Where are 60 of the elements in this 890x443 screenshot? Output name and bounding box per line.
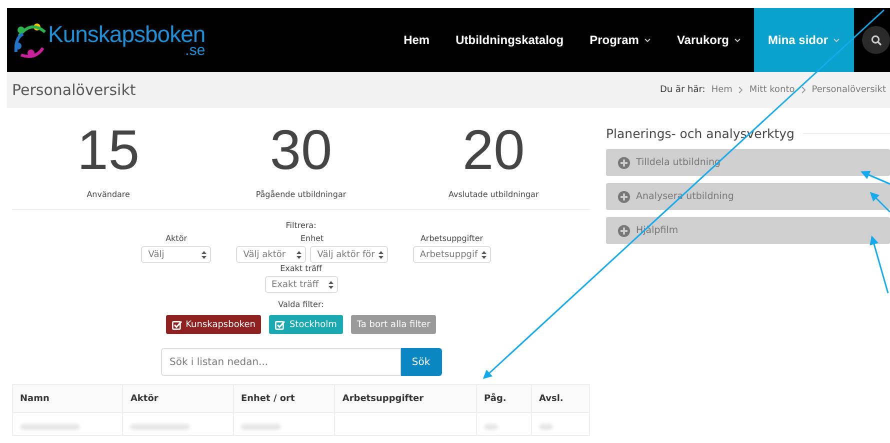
- nav-item[interactable]: Varukorg: [664, 8, 754, 72]
- search-icon: [870, 34, 882, 46]
- blurred-text: [240, 424, 281, 430]
- filter-heading: Filtrera:: [286, 220, 316, 231]
- breadcrumb-label: Du är här:: [660, 85, 706, 95]
- filter-chip[interactable]: Kunskapsboken: [166, 315, 262, 334]
- blurred-text: [130, 424, 190, 430]
- column-header: Avsl.: [531, 384, 590, 412]
- updown-arrows-icon: [328, 280, 334, 290]
- dropdown[interactable]: Arbetsuppgif: [412, 246, 491, 263]
- checkbox-icon: [275, 320, 286, 330]
- search-button[interactable]: Sök: [400, 348, 442, 376]
- chevron-icon: [800, 86, 806, 94]
- column-header: Arbetsuppgifter: [334, 384, 477, 412]
- column-header: Påg.: [476, 384, 532, 412]
- filter-label: Enhet: [300, 233, 324, 244]
- dropdown[interactable]: Välj aktör: [236, 246, 306, 263]
- stat-number: 30: [270, 120, 332, 180]
- chevron-icon: [738, 86, 744, 94]
- dropdown[interactable]: Välj: [141, 246, 212, 263]
- logo-suffix: .se: [185, 42, 206, 58]
- stat-number: 20: [462, 120, 525, 180]
- filter-label: Exakt träff: [280, 263, 322, 274]
- updown-arrows-icon: [480, 250, 487, 260]
- stat-number: 15: [77, 120, 140, 180]
- filter-chip[interactable]: Stockholm: [269, 315, 343, 334]
- search-field[interactable]: Sök i listan nedan...: [160, 348, 400, 376]
- filter-label: Valda filter:: [278, 299, 324, 310]
- blurred-text: [484, 424, 498, 430]
- page-title: Personalöversikt: [12, 81, 136, 99]
- breadcrumb-link[interactable]: Hem: [711, 85, 732, 95]
- nav-item[interactable]: Hem: [390, 8, 443, 72]
- search-button[interactable]: [862, 26, 890, 54]
- updown-arrows-icon: [201, 250, 208, 260]
- breadcrumb-link[interactable]: Personalöversikt: [812, 85, 886, 95]
- nav-item[interactable]: Utbildningskatalog: [442, 8, 577, 72]
- nav-item[interactable]: Mina sidor: [754, 8, 854, 72]
- clear-filters-button[interactable]: Ta bort alla filter: [350, 315, 436, 334]
- filter-label: Arbetsuppgifter: [420, 233, 484, 244]
- column-header: Enhet / ort: [233, 384, 335, 412]
- blurred-text: [20, 424, 80, 430]
- dropdown[interactable]: Välj aktör för: [310, 246, 388, 263]
- nav-item[interactable]: Program: [576, 8, 664, 72]
- stat-label: Pågående utbildningar: [256, 190, 346, 199]
- dropdown[interactable]: Exakt träff: [264, 276, 338, 293]
- people-logo-icon: [13, 22, 47, 58]
- stat-label: Avslutade utbildningar: [448, 190, 539, 199]
- column-header: Aktör: [122, 384, 234, 412]
- plus-circle-icon: [618, 190, 630, 202]
- updown-arrows-icon: [378, 250, 384, 260]
- column-header: Namn: [12, 384, 123, 412]
- filter-label: Aktör: [166, 233, 188, 244]
- plus-circle-icon: [618, 224, 630, 236]
- logo-text: Kunskapsboken: [48, 22, 206, 46]
- checkbox-icon: [172, 320, 182, 330]
- breadcrumb-link[interactable]: Mitt konto: [749, 85, 795, 95]
- plus-circle-icon: [618, 156, 630, 168]
- blurred-text: [538, 424, 553, 430]
- updown-arrows-icon: [296, 250, 302, 260]
- stat-label: Användare: [86, 190, 130, 199]
